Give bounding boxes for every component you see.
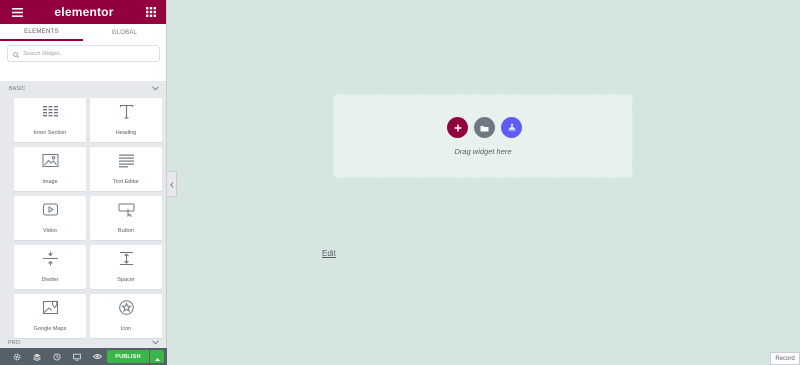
widget-label: Divider [41,277,59,283]
widgets-grid-icon[interactable] [145,6,157,18]
video-icon [42,202,59,222]
divider-icon [42,251,59,271]
record-badge[interactable]: Record [770,352,800,365]
search-box [7,45,160,62]
panel-header: elementor [0,0,166,24]
navigator-layers-icon[interactable] [32,352,42,362]
widget-google-maps[interactable]: Google Maps [14,294,86,338]
kit-library-icon [507,119,517,137]
widget-label: Heading [115,130,137,136]
kit-library-button[interactable] [501,117,522,138]
widget-divider[interactable]: Divider [14,245,86,289]
editor-panel: elementor ELEMENTS GLOBAL BASIC Inner Se… [0,0,167,365]
elementor-logo: elementor [54,5,114,19]
empty-section-dropzone[interactable]: Drag widget here [333,94,633,178]
search-area [0,41,166,81]
chevron-down-icon [152,339,159,347]
search-input[interactable] [23,50,143,57]
widget-heading[interactable]: Heading [90,98,162,142]
publish-group: PUBLISH [107,350,164,363]
text-editor-icon [118,153,135,173]
star-icon [118,300,135,320]
add-section-button[interactable] [447,117,468,138]
responsive-mode-icon[interactable] [72,352,82,362]
widget-label: Text Editor [113,179,139,185]
button-icon [118,202,135,222]
search-icon [13,45,19,63]
hamburger-menu-icon[interactable] [11,6,23,18]
widget-button[interactable]: Button [90,196,162,240]
pro-section-header[interactable]: PRO [0,338,166,348]
widget-label: Button [118,228,134,234]
folder-icon [480,119,489,137]
pro-section-title: PRO [8,340,20,346]
widget-video[interactable]: Video [14,196,86,240]
widget-spacer[interactable]: Spacer [90,245,162,289]
preview-eye-icon[interactable] [92,352,102,362]
panel-collapse-toggle[interactable] [167,171,177,197]
chevron-down-icon [152,85,159,93]
widget-text-editor[interactable]: Text Editor [90,147,162,191]
tab-global[interactable]: GLOBAL [83,24,166,41]
chevron-left-icon [169,175,174,193]
publish-button[interactable]: PUBLISH [107,350,149,363]
widget-label: Image [42,179,58,185]
widget-label: Google Maps [33,326,67,332]
basic-section-header[interactable]: BASIC [0,82,166,96]
panel-footer: PUBLISH [0,348,167,365]
settings-gear-icon[interactable] [12,352,22,362]
widget-grid: Inner Section Heading Image Text Editor … [0,96,166,338]
caret-up-icon [154,348,160,365]
inner-section-icon [42,104,59,124]
widget-icon[interactable]: Icon [90,294,162,338]
widget-label: Spacer [117,277,135,283]
google-maps-icon [42,300,59,320]
basic-section-title: BASIC [9,86,26,92]
heading-icon [118,104,135,124]
publish-options-button[interactable] [150,350,164,363]
widget-label: Inner Section [33,130,67,136]
panel-tabs: ELEMENTS GLOBAL [0,24,166,41]
widget-label: Icon [120,326,132,332]
widget-image[interactable]: Image [14,147,86,191]
spacer-icon [118,251,135,271]
add-template-button[interactable] [474,117,495,138]
widget-label: Video [43,228,57,234]
history-icon[interactable] [52,352,62,362]
widget-inner-section[interactable]: Inner Section [14,98,86,142]
image-icon [42,153,59,173]
plus-icon [454,119,462,137]
tab-elements[interactable]: ELEMENTS [0,24,83,41]
dropzone-buttons [447,117,522,138]
edit-link[interactable]: Edit [322,249,336,258]
drag-widget-hint: Drag widget here [454,147,512,156]
